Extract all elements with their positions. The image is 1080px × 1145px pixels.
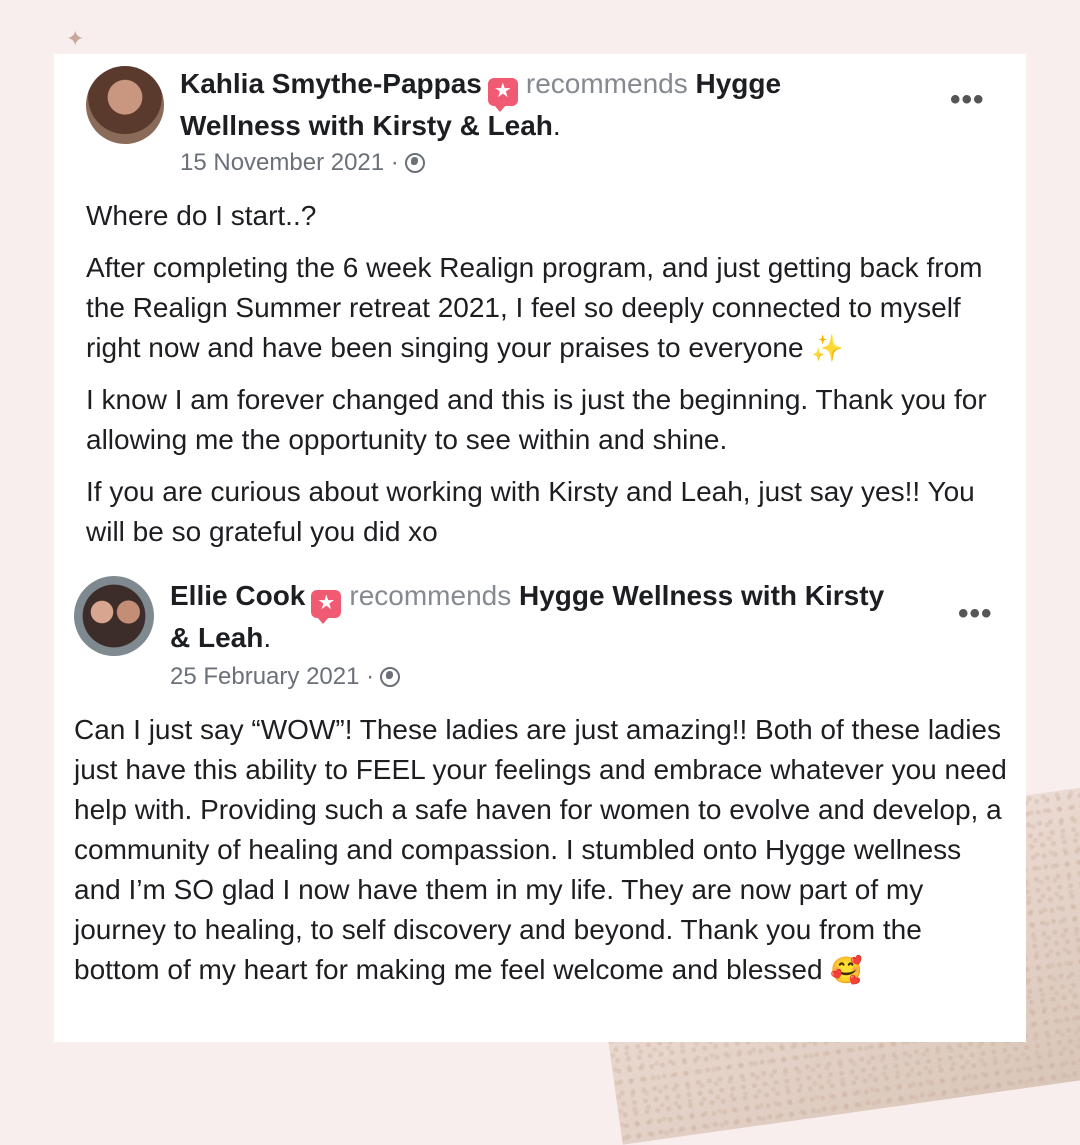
post-date: 25 February 2021 ·	[170, 662, 401, 692]
review-paragraph: I know I am forever changed and this is …	[86, 384, 987, 455]
review-body: Where do I start..? After completing the…	[86, 196, 1006, 564]
avatar[interactable]	[86, 66, 164, 144]
review-paragraph: Where do I start..?	[86, 200, 317, 231]
more-options-button[interactable]: •••	[950, 85, 985, 115]
author-name[interactable]: Kahlia Smythe-Pappas	[180, 68, 482, 99]
sparkles-emoji: ✨	[811, 333, 844, 363]
reviews-card: Kahlia Smythe-Pappas ★ recommends Hygge We…	[54, 54, 1026, 1042]
date-text[interactable]: 15 November 2021 ·	[180, 149, 399, 176]
review-header: Ellie Cook ★ recommends Hygge Wellness wit…	[170, 580, 885, 653]
post-date: 15 November 2021 ·	[180, 148, 425, 178]
recommends-text: recommends	[349, 580, 512, 611]
sparkle-icon: ✦	[66, 26, 85, 51]
recommends-text: recommends	[525, 68, 688, 99]
smiling-hearts-emoji: 🥰	[830, 955, 863, 985]
review-paragraph: After completing the 6 week Realign prog…	[86, 252, 983, 363]
star-badge-icon: ★	[311, 590, 342, 624]
avatar[interactable]	[74, 576, 154, 656]
review-paragraph: Can I just say “WOW”! These ladies are j…	[74, 714, 1007, 985]
review-header: Kahlia Smythe-Pappas ★ recommends Hygge We…	[180, 68, 782, 141]
more-options-button[interactable]: •••	[958, 599, 993, 629]
date-text[interactable]: 25 February 2021 ·	[170, 663, 374, 690]
star-badge-icon: ★	[487, 78, 518, 112]
globe-icon	[380, 667, 401, 687]
review-paragraph: If you are curious about working with Ki…	[86, 476, 975, 547]
review-post: Ellie Cook ★ recommends Hygge Wellness wit…	[54, 564, 1026, 1042]
author-name[interactable]: Ellie Cook	[170, 580, 305, 611]
globe-icon	[404, 153, 425, 173]
review-body: Can I just say “WOW”! These ladies are j…	[74, 710, 1014, 1002]
review-post: Kahlia Smythe-Pappas ★ recommends Hygge We…	[54, 54, 1026, 554]
